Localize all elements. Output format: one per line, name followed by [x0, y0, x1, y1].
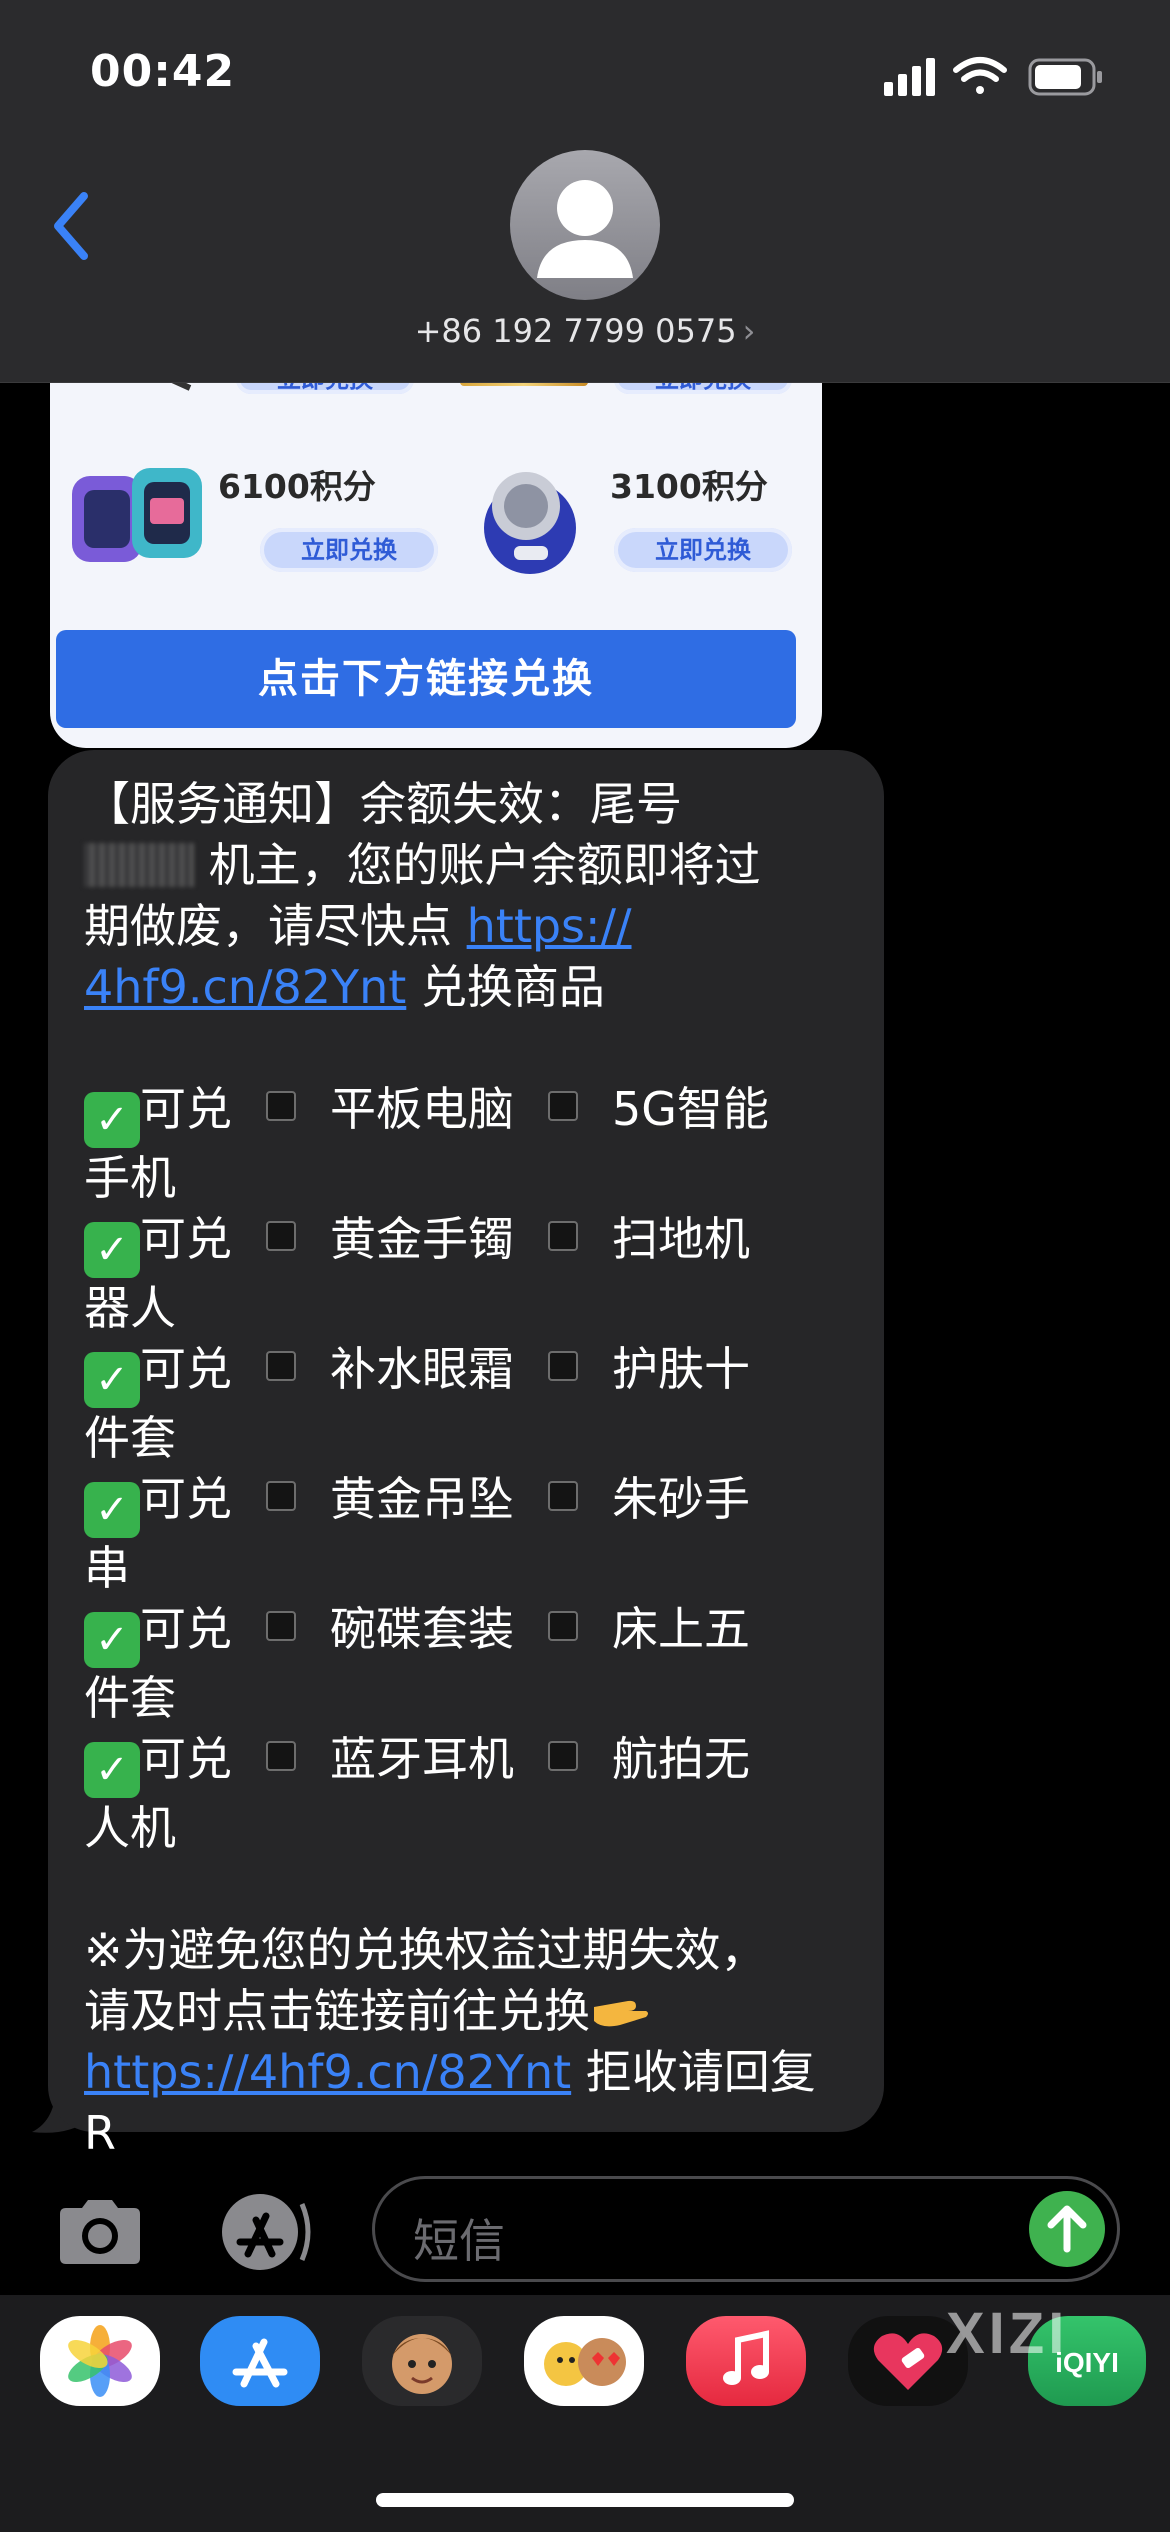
- square-bullet-icon: [548, 1091, 578, 1121]
- animoji-icon[interactable]: [524, 2316, 644, 2406]
- redeem-button[interactable]: 立即兑换: [614, 528, 792, 572]
- app-store-apps-icon[interactable]: [210, 2190, 318, 2274]
- contact-avatar[interactable]: [510, 150, 660, 300]
- square-bullet-icon: [266, 1481, 296, 1511]
- list-item-wrap: 人机: [84, 1801, 176, 1855]
- wifi-icon: [953, 57, 1007, 94]
- message-line: 请及时点击链接前往兑换: [84, 1981, 850, 2042]
- message-line: 期做废，请尽快点 https://: [84, 899, 632, 953]
- arrow-up-icon: [1047, 2205, 1087, 2253]
- chevron-right-icon: ›: [742, 312, 756, 350]
- conversation-header: 00:42 +86 192 7799 0575 ›: [0, 0, 1170, 383]
- memoji-icon[interactable]: [362, 2316, 482, 2406]
- list-item-wrap: 件套: [84, 1671, 176, 1725]
- phishing-link[interactable]: https://4hf9.cn/82Ynt: [84, 2045, 571, 2099]
- list-item: ✓ 可兑 蓝牙耳机 航拍无: [84, 1729, 850, 1798]
- square-bullet-icon: [548, 1481, 578, 1511]
- photos-icon[interactable]: [40, 2316, 160, 2406]
- product-smartwatch-image: [72, 468, 202, 562]
- home-indicator[interactable]: [376, 2493, 794, 2507]
- phishing-link[interactable]: 4hf9.cn/82Ynt: [84, 960, 406, 1014]
- item-list: ✓ 可兑 平板电脑 5G智能 手机 ✓ 可兑 黄金手镯 扫地机 器人 ✓ 可兑 补水眼霜 护肤十 …: [84, 1079, 850, 1859]
- message-line: 【服务通知】余额失效：尾号: [84, 777, 682, 831]
- list-item-wrap: 器人: [84, 1281, 176, 1335]
- check-mark-icon: ✓: [84, 1482, 140, 1538]
- square-bullet-icon: [266, 1221, 296, 1251]
- incoming-message-bubble[interactable]: 【服务通知】余额失效：尾号 机主，您的账户余额即将过 期做废，请尽快点 http…: [48, 750, 884, 2160]
- check-mark-icon: ✓: [84, 1352, 140, 1408]
- list-item-wrap: 件套: [84, 1411, 176, 1465]
- send-button[interactable]: [1029, 2191, 1105, 2267]
- contact-name[interactable]: +86 192 7799 0575 ›: [0, 312, 1170, 350]
- square-bullet-icon: [548, 1351, 578, 1381]
- check-mark-icon: ✓: [84, 1612, 140, 1668]
- camera-icon[interactable]: [52, 2196, 148, 2268]
- list-item: ✓ 可兑 补水眼霜 护肤十: [84, 1339, 850, 1408]
- points-label: 3100积分: [610, 467, 768, 506]
- watermark: XIZI: [946, 2301, 1069, 2366]
- check-mark-icon: ✓: [84, 1092, 140, 1148]
- square-bullet-icon: [266, 1741, 296, 1771]
- square-bullet-icon: [266, 1091, 296, 1121]
- status-icons: [884, 57, 1102, 96]
- message-input[interactable]: 短信: [372, 2176, 1120, 2282]
- battery-icon: [1028, 58, 1102, 96]
- redeem-button[interactable]: 立即兑换: [260, 528, 438, 572]
- square-bullet-icon: [266, 1611, 296, 1641]
- points-label: 6100积分: [218, 467, 376, 506]
- square-bullet-icon: [266, 1351, 296, 1381]
- message-line: 4hf9.cn/82Ynt 兑换商品: [84, 960, 605, 1014]
- list-item-wrap: 手机: [84, 1151, 176, 1205]
- back-chevron-icon[interactable]: [46, 186, 98, 266]
- app-store-icon[interactable]: [200, 2316, 320, 2406]
- list-item-wrap: 串: [84, 1541, 130, 1595]
- person-icon: [537, 180, 633, 278]
- list-item: ✓ 可兑 平板电脑 5G智能: [84, 1079, 850, 1148]
- input-placeholder: 短信: [413, 2214, 505, 2268]
- redacted-number: [84, 843, 194, 887]
- music-icon[interactable]: [686, 2316, 806, 2406]
- message-line: R: [84, 2106, 116, 2160]
- status-time: 00:42: [90, 46, 236, 97]
- check-mark-icon: ✓: [84, 1222, 140, 1278]
- square-bullet-icon: [548, 1741, 578, 1771]
- list-item: ✓ 可兑 黄金手镯 扫地机: [84, 1209, 850, 1278]
- pointing-hand-icon: [594, 2000, 648, 2027]
- product-shaver-image: [484, 472, 576, 574]
- message-line: https://4hf9.cn/82Ynt 拒收请回复: [84, 2045, 816, 2099]
- list-item: ✓ 可兑 碗碟套装 床上五: [84, 1599, 850, 1668]
- check-mark-icon: ✓: [84, 1742, 140, 1798]
- phishing-link[interactable]: https://: [467, 899, 632, 953]
- square-bullet-icon: [548, 1611, 578, 1641]
- square-bullet-icon: [548, 1221, 578, 1251]
- message-line: 机主，您的账户余额即将过: [84, 835, 850, 896]
- cellular-signal-icon: [884, 58, 935, 96]
- list-item: ✓ 可兑 黄金吊坠 朱砂手: [84, 1469, 850, 1538]
- message-line: ※为避免您的兑换权益过期失效，: [84, 1923, 767, 1977]
- redeem-cta-banner[interactable]: 点击下方链接兑换: [56, 630, 796, 728]
